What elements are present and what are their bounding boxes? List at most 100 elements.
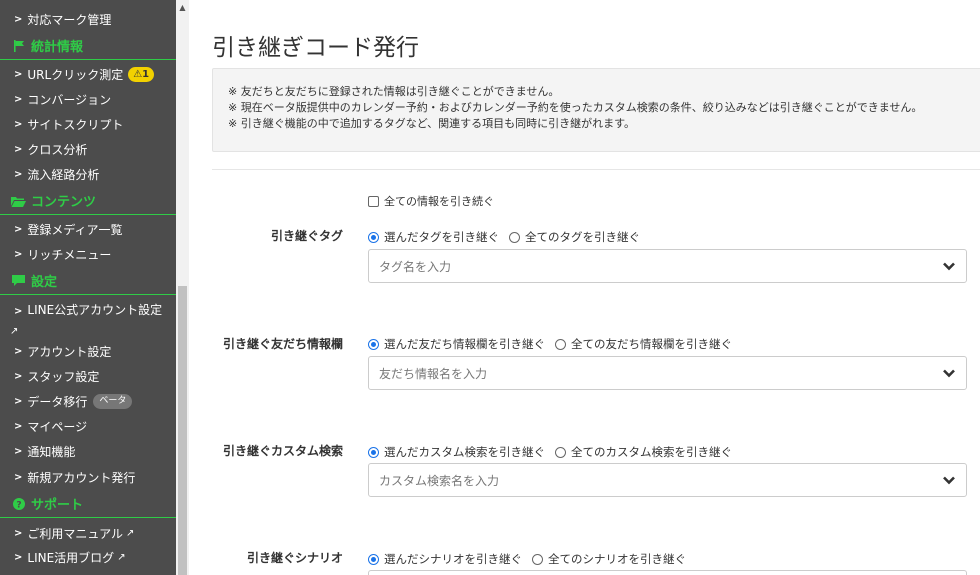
scenario-select[interactable] [368,570,967,575]
notice-line: ※ 友だちと友だちに登録された情報は引き継ぐことができません。 [228,85,560,98]
sidebar-item-blog[interactable]: > LINE活用ブログ ↗ [0,545,176,570]
radio-selected-tags[interactable] [368,231,379,243]
speech-bubble-icon [10,274,27,287]
friend-info-select[interactable]: 友だち情報名を入力 [368,356,967,390]
radio-all-tags[interactable] [509,231,520,243]
friend-info-row-label: 引き継ぐ友だち情報欄 [222,337,343,351]
sidebar-item-label: ご利用マニュアル [27,527,124,541]
sidebar-item-label: LINE公式アカウント設定 [27,303,163,317]
chevron-right-icon: > [14,421,23,432]
radio-all-friend-info[interactable] [555,338,566,350]
scenario-radio-group: 選んだシナリオを引き継ぐ 全てのシナリオを引き継ぐ [368,551,696,567]
radio-all-scenario[interactable] [532,553,543,565]
chevron-right-icon: > [14,446,23,457]
sidebar-item-url-click[interactable]: > URLクリック測定 ⚠1 [0,62,176,87]
radio-label: 全ての友だち情報欄を引き継ぐ [571,337,732,351]
sidebar-item-staff-settings[interactable]: > スタッフ設定 [0,364,176,389]
external-link-icon: ↗ [126,528,135,539]
question-circle-icon: ? [10,497,27,510]
section-label: サポート [31,498,84,513]
chevron-right-icon: > [14,119,23,130]
sidebar-item-account-settings[interactable]: > アカウント設定 [0,339,176,364]
radio-selected-custom-search[interactable] [368,446,379,458]
notice-line: ※ 現在ベータ版提供中のカレンダー予約・およびカレンダー予約を使ったカスタム検索… [228,101,923,114]
flag-icon [10,39,27,52]
app-window: > 対応マーク管理 統計情報 > URLクリック測定 ⚠1 > コンバージョン … [0,0,980,575]
notice-box: ※ 友だちと友だちに登録された情報は引き継ぐことができません。 ※ 現在ベータ版… [212,68,980,152]
sidebar-item-my-page[interactable]: > マイページ [0,414,176,439]
sidebar-item-cross-analysis[interactable]: > クロス分析 [0,137,176,162]
select-placeholder: カスタム検索名を入力 [379,473,500,488]
custom-search-row-label: 引き継ぐカスタム検索 [222,444,343,458]
section-statistics: 統計情報 [0,32,176,60]
sidebar-item-inflow-analysis[interactable]: > 流入経路分析 [0,162,176,187]
folder-open-icon [10,195,27,207]
friend-info-radio-group: 選んだ友だち情報欄を引き継ぐ 全ての友だち情報欄を引き継ぐ [368,336,742,352]
radio-selected-scenario[interactable] [368,553,379,565]
sidebar-item-label: 登録メディア一覧 [27,223,123,237]
radio-label: 全てのカスタム検索を引き継ぐ [571,445,732,459]
chevron-right-icon: > [14,371,23,382]
sidebar-item-label: データ移行 [27,395,88,409]
sidebar-scrollbar[interactable]: ▲ [176,0,189,575]
radio-label: 選んだ友だち情報欄を引き継ぐ [384,337,545,351]
sidebar-item-label: リッチメニュー [27,248,112,262]
warning-badge: ⚠1 [128,67,155,82]
sidebar-item-mark-management[interactable]: > 対応マーク管理 [0,7,176,32]
chevron-down-icon [942,473,956,487]
checkbox-label: 全ての情報を引き続ぐ [384,195,494,208]
scenario-row-label: 引き継ぐシナリオ [246,551,343,565]
radio-label: 選んだシナリオを引き継ぐ [384,552,522,566]
main-content: 引き継ぎコード発行 ※ 友だちと友だちに登録された情報は引き継ぐことができません… [189,0,980,575]
section-label: コンテンツ [31,195,97,210]
section-settings: 設定 [0,267,176,295]
select-placeholder: 友だち情報名を入力 [379,366,488,381]
chevron-right-icon: > [14,224,23,235]
radio-label: 全てのシナリオを引き継ぐ [548,552,686,566]
notice-line: ※ 引き継ぐ機能の中で追加するタグなど、関連する項目も同時に引き継がれます。 [228,117,636,130]
sidebar-item-conversion[interactable]: > コンバージョン [0,87,176,112]
sidebar-item-label: スタッフ設定 [27,370,100,384]
sidebar-item-site-script[interactable]: > サイトスクリプト [0,112,176,137]
sidebar-item-new-account[interactable]: > 新規アカウント発行 [0,465,176,490]
chevron-down-icon [942,366,956,380]
custom-search-select[interactable]: カスタム検索名を入力 [368,463,967,497]
sidebar-item-notifications[interactable]: > 通知機能 [0,439,176,464]
checkbox-box[interactable] [368,195,379,207]
sidebar-item-label: 新規アカウント発行 [27,471,136,485]
chevron-down-icon [942,259,956,273]
external-link-icon: ↗ [10,326,19,337]
sidebar-item-line-account-settings[interactable]: > LINE公式アカウント設定 ↗ [0,298,176,337]
radio-label: 選んだタグを引き継ぐ [384,230,499,244]
sidebar-item-label: アカウント設定 [27,345,112,359]
sidebar-item-label: 対応マーク管理 [27,13,112,27]
chevron-right-icon: > [14,396,23,407]
chevron-right-icon: > [14,94,23,105]
chevron-right-icon: > [14,14,23,25]
sidebar: > 対応マーク管理 統計情報 > URLクリック測定 ⚠1 > コンバージョン … [0,0,176,575]
scrollbar-thumb[interactable] [178,286,187,575]
chevron-right-icon: > [14,346,23,357]
chevron-right-icon: > [14,306,23,317]
sidebar-item-manual[interactable]: > ご利用マニュアル ↗ [0,521,176,546]
chevron-right-icon: > [14,69,23,80]
sidebar-item-data-migration[interactable]: > データ移行 ベータ [0,389,176,414]
sidebar-item-label: LINE活用ブログ [27,551,115,565]
chevron-right-icon: > [14,472,23,483]
sidebar-item-label: URLクリック測定 [27,68,124,82]
scroll-up-arrow-icon[interactable]: ▲ [176,0,189,14]
all-info-checkbox[interactable]: 全ての情報を引き続ぐ [368,193,494,209]
radio-selected-friend-info[interactable] [368,338,379,350]
section-label: 設定 [31,275,58,290]
tag-select[interactable]: タグ名を入力 [368,249,967,283]
sidebar-item-rich-menu[interactable]: > リッチメニュー [0,242,176,267]
sidebar-item-media-list[interactable]: > 登録メディア一覧 [0,217,176,242]
tag-row-label: 引き継ぐタグ [270,229,343,243]
section-support: ? サポート [0,490,176,518]
radio-all-custom-search[interactable] [555,446,566,458]
custom-search-radio-group: 選んだカスタム検索を引き継ぐ 全てのカスタム検索を引き継ぐ [368,444,742,460]
divider [212,169,980,170]
external-link-icon: ↗ [117,552,126,563]
chevron-right-icon: > [14,144,23,155]
chevron-right-icon: > [14,552,23,563]
